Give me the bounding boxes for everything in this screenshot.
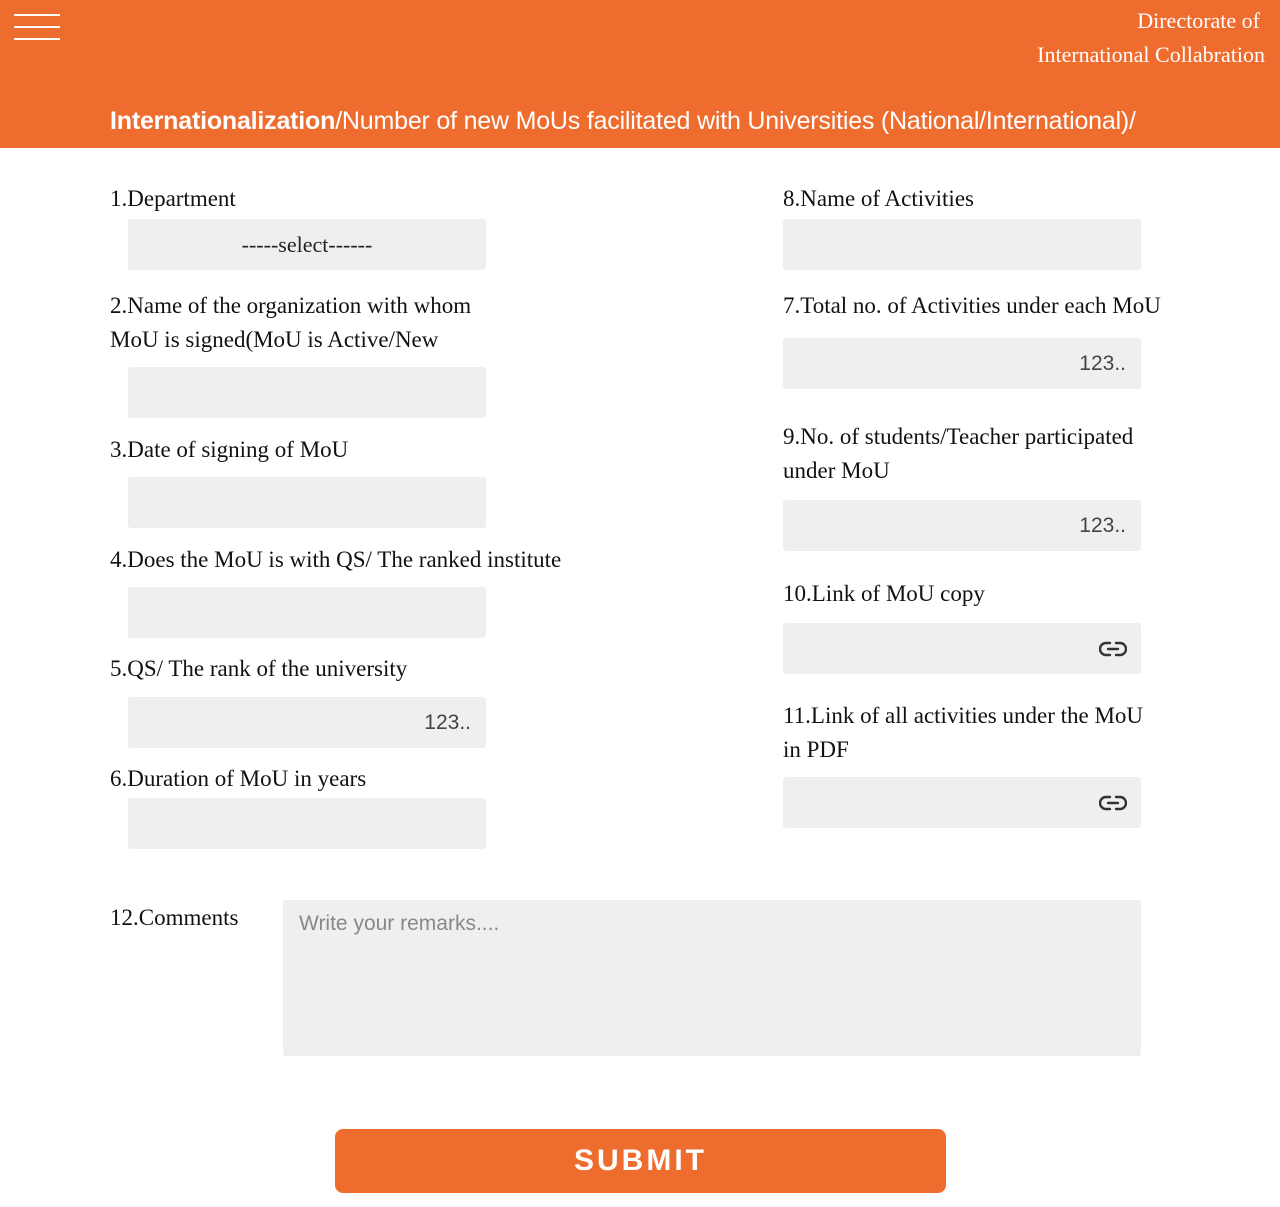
activities-pdf-label-line-2: in PDF	[783, 737, 849, 762]
brand-title: Directorate of International Collabratio…	[1037, 4, 1265, 72]
link-icon	[1099, 795, 1127, 810]
participants-label: 9.No. of students/Teacher participated u…	[783, 420, 1133, 488]
department-label: 1.Department	[110, 186, 236, 211]
link-icon	[1099, 641, 1127, 656]
organization-label-line-2: MoU is signed(MoU is Active/New	[110, 327, 439, 352]
signing-date-label: 3.Date of signing of MoU	[110, 437, 349, 462]
breadcrumb-current: /Number of new MoUs facilitated with Uni…	[335, 107, 1136, 135]
menu-line	[14, 14, 60, 16]
duration-input[interactable]	[128, 798, 486, 849]
participants-label-line-1: 9.No. of students/Teacher participated	[783, 424, 1134, 449]
total-activities-label: 7.Total no. of Activities under each MoU	[783, 293, 1161, 318]
brand-line-1: Directorate of	[1137, 8, 1260, 33]
qs-ranked-label: 4.Does the MoU is with QS/ The ranked in…	[110, 547, 562, 572]
mou-copy-link-input[interactable]	[783, 623, 1141, 674]
menu-line	[14, 26, 60, 28]
qs-rank-label: 5.QS/ The rank of the university	[110, 656, 408, 681]
activities-pdf-label: 11.Link of all activities under the MoU …	[783, 699, 1143, 767]
submit-button[interactable]: SUBMIT	[335, 1129, 946, 1193]
activities-name-input[interactable]	[783, 219, 1141, 270]
duration-label: 6.Duration of MoU in years	[110, 766, 367, 791]
activities-pdf-link-input[interactable]	[783, 777, 1141, 828]
signing-date-input[interactable]	[128, 477, 486, 528]
comments-textarea[interactable]	[283, 900, 1141, 1056]
mou-copy-link-label: 10.Link of MoU copy	[783, 581, 985, 606]
organization-label-line-1: 2.Name of the organization with whom	[110, 293, 472, 318]
brand-line-2: International Collabration	[1037, 42, 1265, 67]
activities-name-label: 8.Name of Activities	[783, 186, 974, 211]
comments-label: 12.Comments	[110, 905, 239, 930]
breadcrumb-link-internationalization[interactable]: Internationalization	[110, 107, 335, 135]
breadcrumb: Internationalization/Number of new MoUs …	[110, 103, 1136, 140]
total-activities-input[interactable]	[783, 338, 1141, 389]
header-bar: Directorate of International Collabratio…	[0, 0, 1280, 148]
activities-pdf-label-line-1: 11.Link of all activities under the MoU	[783, 703, 1144, 728]
organization-label: 2.Name of the organization with whom MoU…	[110, 289, 471, 357]
participants-input[interactable]	[783, 500, 1141, 551]
department-select-value: -----select------	[241, 231, 373, 257]
department-select[interactable]: -----select------	[128, 219, 486, 270]
qs-ranked-input[interactable]	[128, 587, 486, 638]
qs-rank-input[interactable]	[128, 697, 486, 748]
hamburger-menu-icon[interactable]	[14, 14, 62, 42]
menu-line	[14, 38, 60, 40]
organization-input[interactable]	[128, 367, 486, 418]
participants-label-line-2: under MoU	[783, 458, 890, 483]
